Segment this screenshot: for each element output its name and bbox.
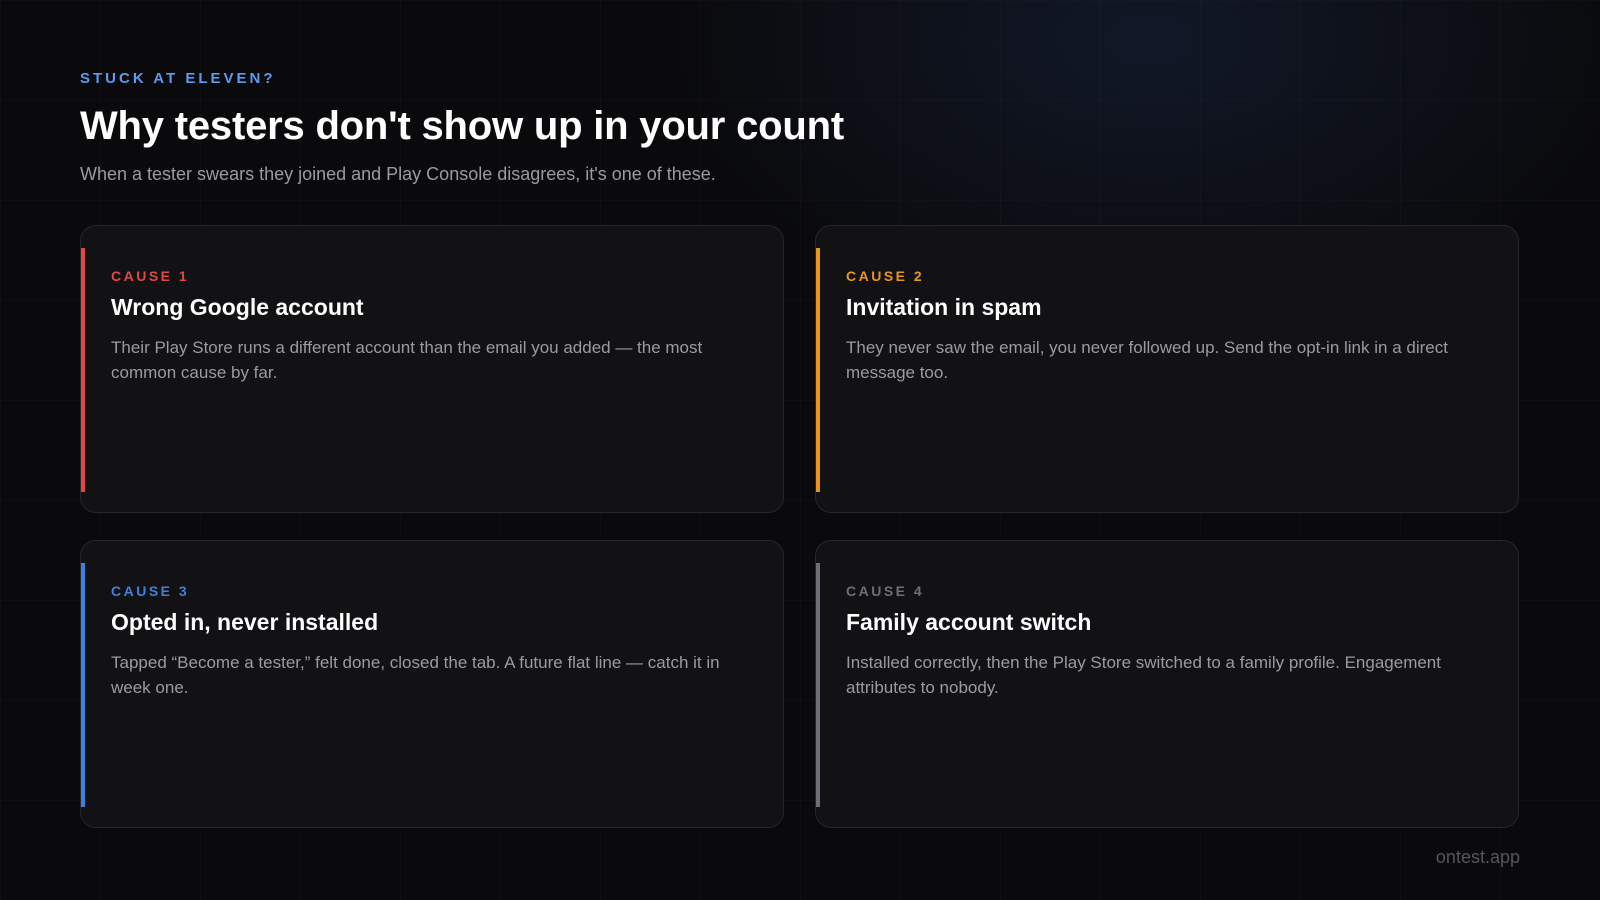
cause-description: They never saw the email, you never foll…	[846, 338, 1448, 382]
cause-grid: CAUSE 1 Wrong Google account Their Play …	[80, 225, 1521, 831]
cause-label: CAUSE 2	[846, 268, 925, 284]
cause-card-3: CAUSE 3 Opted in, never installed Tapped…	[80, 540, 784, 828]
cause-title: Wrong Google account	[111, 294, 364, 320]
cause-description: Their Play Store runs a different accoun…	[111, 338, 703, 382]
cause-card-2: CAUSE 2 Invitation in spam They never sa…	[815, 225, 1519, 513]
cause-label: CAUSE 3	[111, 583, 190, 599]
cause-description: Tapped “Become a tester,” felt done, clo…	[111, 653, 720, 697]
cause-title: Family account switch	[846, 609, 1092, 635]
accent-bar	[816, 248, 820, 492]
cause-label: CAUSE 4	[846, 583, 925, 599]
footer-brand[interactable]: ontest.app	[1436, 847, 1520, 868]
cause-description: Installed correctly, then the Play Store…	[846, 653, 1441, 697]
cause-card-1: CAUSE 1 Wrong Google account Their Play …	[80, 225, 784, 513]
accent-bar	[81, 248, 85, 492]
cause-label: CAUSE 1	[111, 268, 190, 284]
accent-bar	[81, 563, 85, 807]
slide-content: STUCK AT ELEVEN? Why testers don't show …	[80, 0, 1520, 900]
cause-title: Opted in, never installed	[111, 609, 379, 635]
accent-bar	[816, 563, 820, 807]
eyebrow-label: STUCK AT ELEVEN?	[80, 70, 276, 87]
page-title: Why testers don't show up in your count	[80, 104, 844, 148]
cause-card-4: CAUSE 4 Family account switch Installed …	[815, 540, 1519, 828]
page-subtitle: When a tester swears they joined and Pla…	[80, 164, 716, 184]
cause-title: Invitation in spam	[846, 294, 1042, 320]
